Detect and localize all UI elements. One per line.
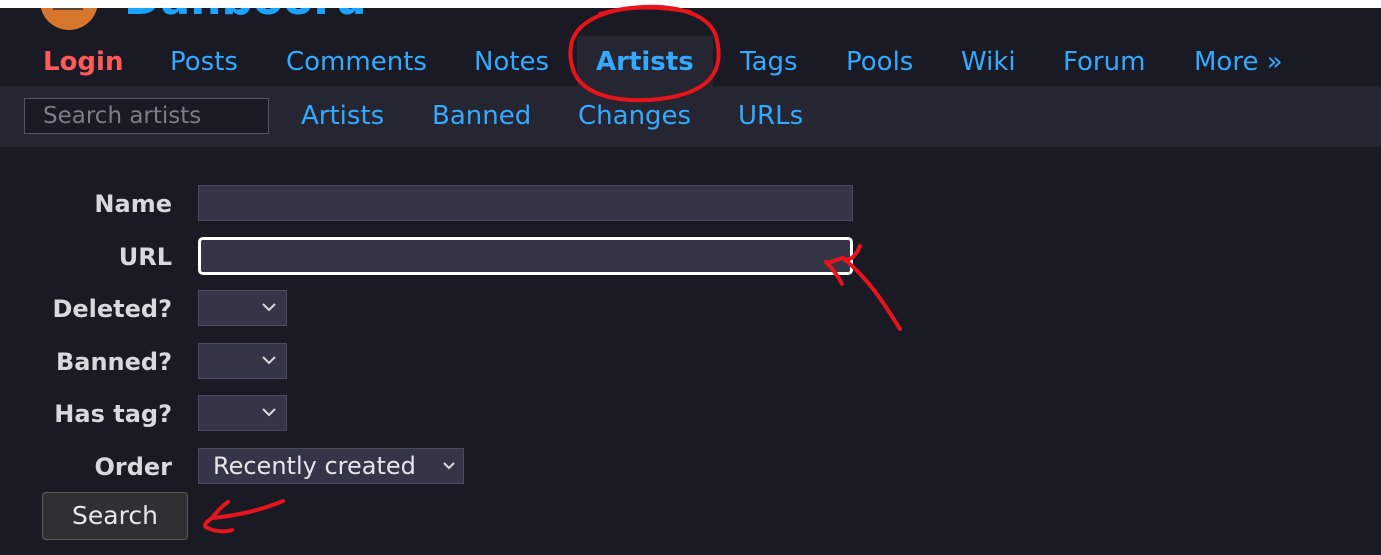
order-label: Order [94,453,172,481]
nav-login[interactable]: Login [43,46,123,78]
name-label: Name [94,190,172,218]
main-nav: Login Posts Comments Notes Artists Tags … [0,8,1381,94]
subnav-banned[interactable]: Banned [432,100,531,132]
chevron-down-icon [262,408,276,417]
has-tag-label: Has tag? [54,400,172,428]
nav-posts[interactable]: Posts [170,46,238,78]
subnav-changes[interactable]: Changes [578,100,691,132]
chevron-down-icon [262,356,276,365]
top-edge [0,0,1381,8]
name-field[interactable] [198,185,853,221]
nav-notes[interactable]: Notes [474,46,549,78]
search-artists-input[interactable] [24,98,269,134]
nav-artists[interactable]: Artists [596,46,694,78]
annotation-arrow-search [203,499,285,534]
deleted-label: Deleted? [52,295,172,323]
deleted-select[interactable] [198,290,287,326]
subnav-urls[interactable]: URLs [738,100,803,132]
subnav-artists[interactable]: Artists [301,100,384,132]
page: Danbooru Login Posts Comments Notes Arti… [0,0,1381,555]
banned-label: Banned? [55,348,172,376]
nav-tags[interactable]: Tags [740,46,798,78]
chevron-down-icon [262,303,276,312]
nav-more[interactable]: More » [1194,46,1283,78]
nav-pools[interactable]: Pools [846,46,913,78]
nav-comments[interactable]: Comments [286,46,427,78]
url-label: URL [118,243,172,271]
chevron-down-icon [443,462,455,470]
sub-nav: Artists Banned Changes URLs [0,86,1381,147]
order-select[interactable]: Recently created [198,448,464,484]
order-value: Recently created [213,452,416,480]
search-button[interactable]: Search [42,492,188,540]
nav-wiki[interactable]: Wiki [961,46,1016,78]
has-tag-select[interactable] [198,395,287,431]
nav-forum[interactable]: Forum [1063,46,1145,78]
banned-select[interactable] [198,343,287,379]
url-field[interactable] [198,237,853,275]
